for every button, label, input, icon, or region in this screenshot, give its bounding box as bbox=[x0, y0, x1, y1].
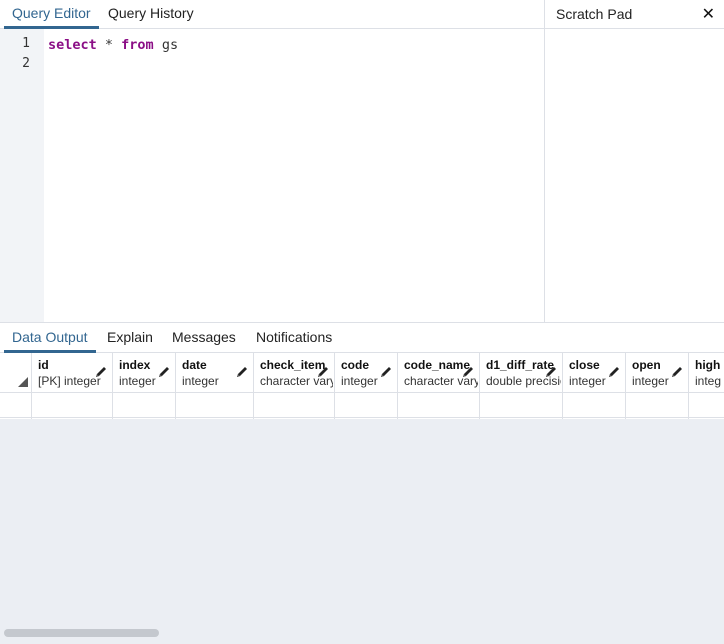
pencil-icon[interactable] bbox=[544, 365, 558, 379]
table-cell[interactable] bbox=[32, 393, 112, 418]
column-header[interactable]: code_name character vary bbox=[398, 353, 479, 393]
tab-notifications[interactable]: Notifications bbox=[248, 323, 340, 353]
column-header[interactable]: close integer bbox=[563, 353, 625, 393]
pencil-icon[interactable] bbox=[235, 365, 249, 379]
table-cell[interactable] bbox=[335, 393, 397, 418]
column-header[interactable]: index integer bbox=[113, 353, 175, 393]
column-header[interactable]: id [PK] integer bbox=[32, 353, 112, 393]
column-d1-diff-rate: d1_diff_rate double precisio bbox=[480, 353, 563, 419]
column-id: id [PK] integer bbox=[32, 353, 113, 419]
keyword-select: select bbox=[48, 37, 97, 53]
column-open: open integer bbox=[626, 353, 689, 419]
pencil-icon[interactable] bbox=[607, 365, 621, 379]
pencil-icon[interactable] bbox=[157, 365, 171, 379]
editor-tab-bar: Query Editor Query History bbox=[0, 0, 544, 29]
pencil-icon[interactable] bbox=[316, 365, 330, 379]
data-output-grid: id [PK] integer index integer date integer che… bbox=[0, 353, 724, 419]
grid-corner-header bbox=[0, 353, 32, 393]
code-star: * bbox=[96, 37, 122, 53]
column-name: date bbox=[182, 358, 207, 372]
column-header[interactable]: open integer bbox=[626, 353, 688, 393]
sql-editor[interactable]: 1 2 select * from gs bbox=[0, 29, 544, 322]
sort-corner-icon bbox=[18, 377, 28, 387]
column-high: high integ bbox=[689, 353, 724, 419]
column-header[interactable]: d1_diff_rate double precisio bbox=[480, 353, 562, 393]
line-number: 1 bbox=[22, 36, 30, 51]
column-date: date integer bbox=[176, 353, 254, 419]
table-cell[interactable] bbox=[480, 393, 562, 418]
column-header[interactable]: date integer bbox=[176, 353, 253, 393]
column-close: close integer bbox=[563, 353, 626, 419]
column-header[interactable]: high integ bbox=[689, 353, 724, 393]
column-name: index bbox=[119, 358, 151, 372]
tab-query-history[interactable]: Query History bbox=[100, 0, 202, 29]
horizontal-scrollbar[interactable] bbox=[0, 626, 724, 644]
row-header-cell[interactable] bbox=[0, 393, 32, 418]
scrollbar-thumb[interactable] bbox=[4, 629, 159, 637]
column-index: index integer bbox=[113, 353, 176, 419]
tab-messages[interactable]: Messages bbox=[164, 323, 244, 353]
tab-data-output[interactable]: Data Output bbox=[4, 323, 96, 353]
scratch-pad-panel: Scratch Pad ✕ bbox=[544, 0, 724, 322]
result-tab-bar: Data Output Explain Messages Notificatio… bbox=[0, 322, 724, 353]
tab-explain[interactable]: Explain bbox=[99, 323, 161, 353]
column-name: open bbox=[632, 358, 661, 372]
scratch-pad-header: Scratch Pad ✕ bbox=[545, 0, 724, 29]
column-check-item: check_item character vary bbox=[254, 353, 335, 419]
keyword-from: from bbox=[121, 37, 154, 53]
line-number: 2 bbox=[22, 56, 30, 71]
pencil-icon[interactable] bbox=[94, 365, 108, 379]
table-cell[interactable] bbox=[563, 393, 625, 418]
column-header[interactable]: code integer bbox=[335, 353, 397, 393]
query-tool-top: Query Editor Query History 1 2 select * … bbox=[0, 0, 724, 470]
column-name: close bbox=[569, 358, 600, 372]
close-icon[interactable]: ✕ bbox=[702, 4, 715, 24]
column-name: high bbox=[695, 358, 721, 372]
grid-corner[interactable] bbox=[0, 353, 32, 419]
table-cell[interactable] bbox=[398, 393, 479, 418]
pencil-icon[interactable] bbox=[670, 365, 684, 379]
code-table-name: gs bbox=[153, 37, 179, 53]
table-cell[interactable] bbox=[176, 393, 253, 418]
tab-query-editor[interactable]: Query Editor bbox=[4, 0, 99, 29]
sql-code[interactable]: select * from gs bbox=[48, 37, 178, 53]
column-header[interactable]: check_item character vary bbox=[254, 353, 334, 393]
line-number-gutter: 1 2 bbox=[0, 29, 44, 322]
table-cell[interactable] bbox=[689, 393, 724, 418]
column-type: integ bbox=[695, 374, 722, 388]
scratch-pad-title: Scratch Pad bbox=[556, 6, 633, 22]
table-cell[interactable] bbox=[254, 393, 334, 418]
column-code: code integer bbox=[335, 353, 398, 419]
table-cell[interactable] bbox=[626, 393, 688, 418]
column-code-name: code_name character vary bbox=[398, 353, 480, 419]
column-name: id bbox=[38, 358, 49, 372]
table-cell[interactable] bbox=[113, 393, 175, 418]
grid-empty-area bbox=[0, 419, 724, 626]
pencil-icon[interactable] bbox=[461, 365, 475, 379]
pencil-icon[interactable] bbox=[379, 365, 393, 379]
column-name: code bbox=[341, 358, 370, 372]
